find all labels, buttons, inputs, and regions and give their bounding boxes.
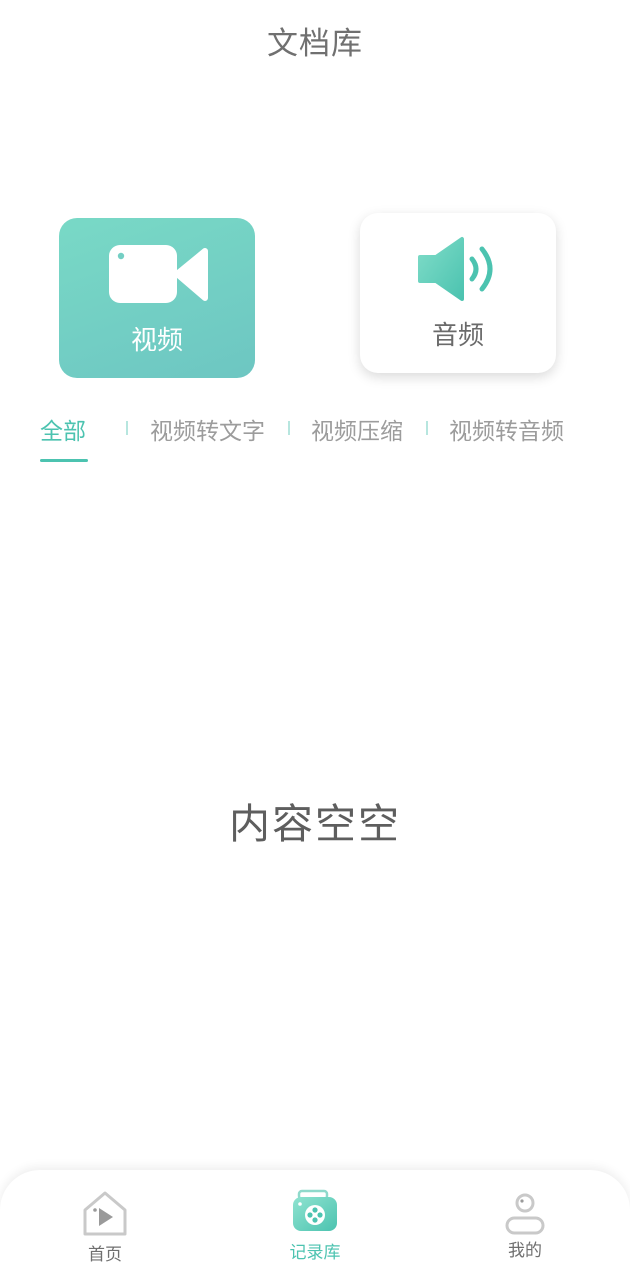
video-card-label: 视频: [130, 326, 183, 356]
nav-label-home: 首页: [88, 1245, 122, 1265]
nav-item-records[interactable]: 记录库: [255, 1184, 375, 1274]
audio-card[interactable]: 音频: [360, 213, 556, 373]
nav-item-me[interactable]: 我的: [465, 1184, 585, 1274]
nav-item-home[interactable]: 首页: [45, 1184, 165, 1274]
audio-card-label: 音频: [431, 321, 484, 351]
tab-separator: [126, 421, 128, 435]
tab-video-to-audio[interactable]: 视频转音频: [449, 412, 564, 446]
nav-label-records: 记录库: [289, 1243, 341, 1263]
tab-separator: [288, 421, 290, 435]
video-card[interactable]: 视频: [59, 218, 255, 378]
tab-all[interactable]: 全部: [40, 412, 86, 446]
filter-tabs: 全部 视频转文字 视频压缩 视频转音频: [0, 408, 630, 468]
page-title: 文档库: [267, 26, 363, 62]
active-tab-indicator: [40, 459, 88, 462]
nav-label-me: 我的: [508, 1241, 542, 1261]
home-play-icon: [83, 1191, 127, 1236]
empty-state-text: 内容空空: [229, 800, 401, 848]
bottom-nav: 首页 记录库 我的: [0, 1170, 630, 1280]
tab-video-compress[interactable]: 视频压缩: [311, 412, 403, 446]
person-icon: [505, 1193, 545, 1235]
tab-separator: [426, 421, 428, 435]
tab-video-to-text[interactable]: 视频转文字: [150, 412, 265, 446]
film-reel-icon: [293, 1189, 337, 1231]
